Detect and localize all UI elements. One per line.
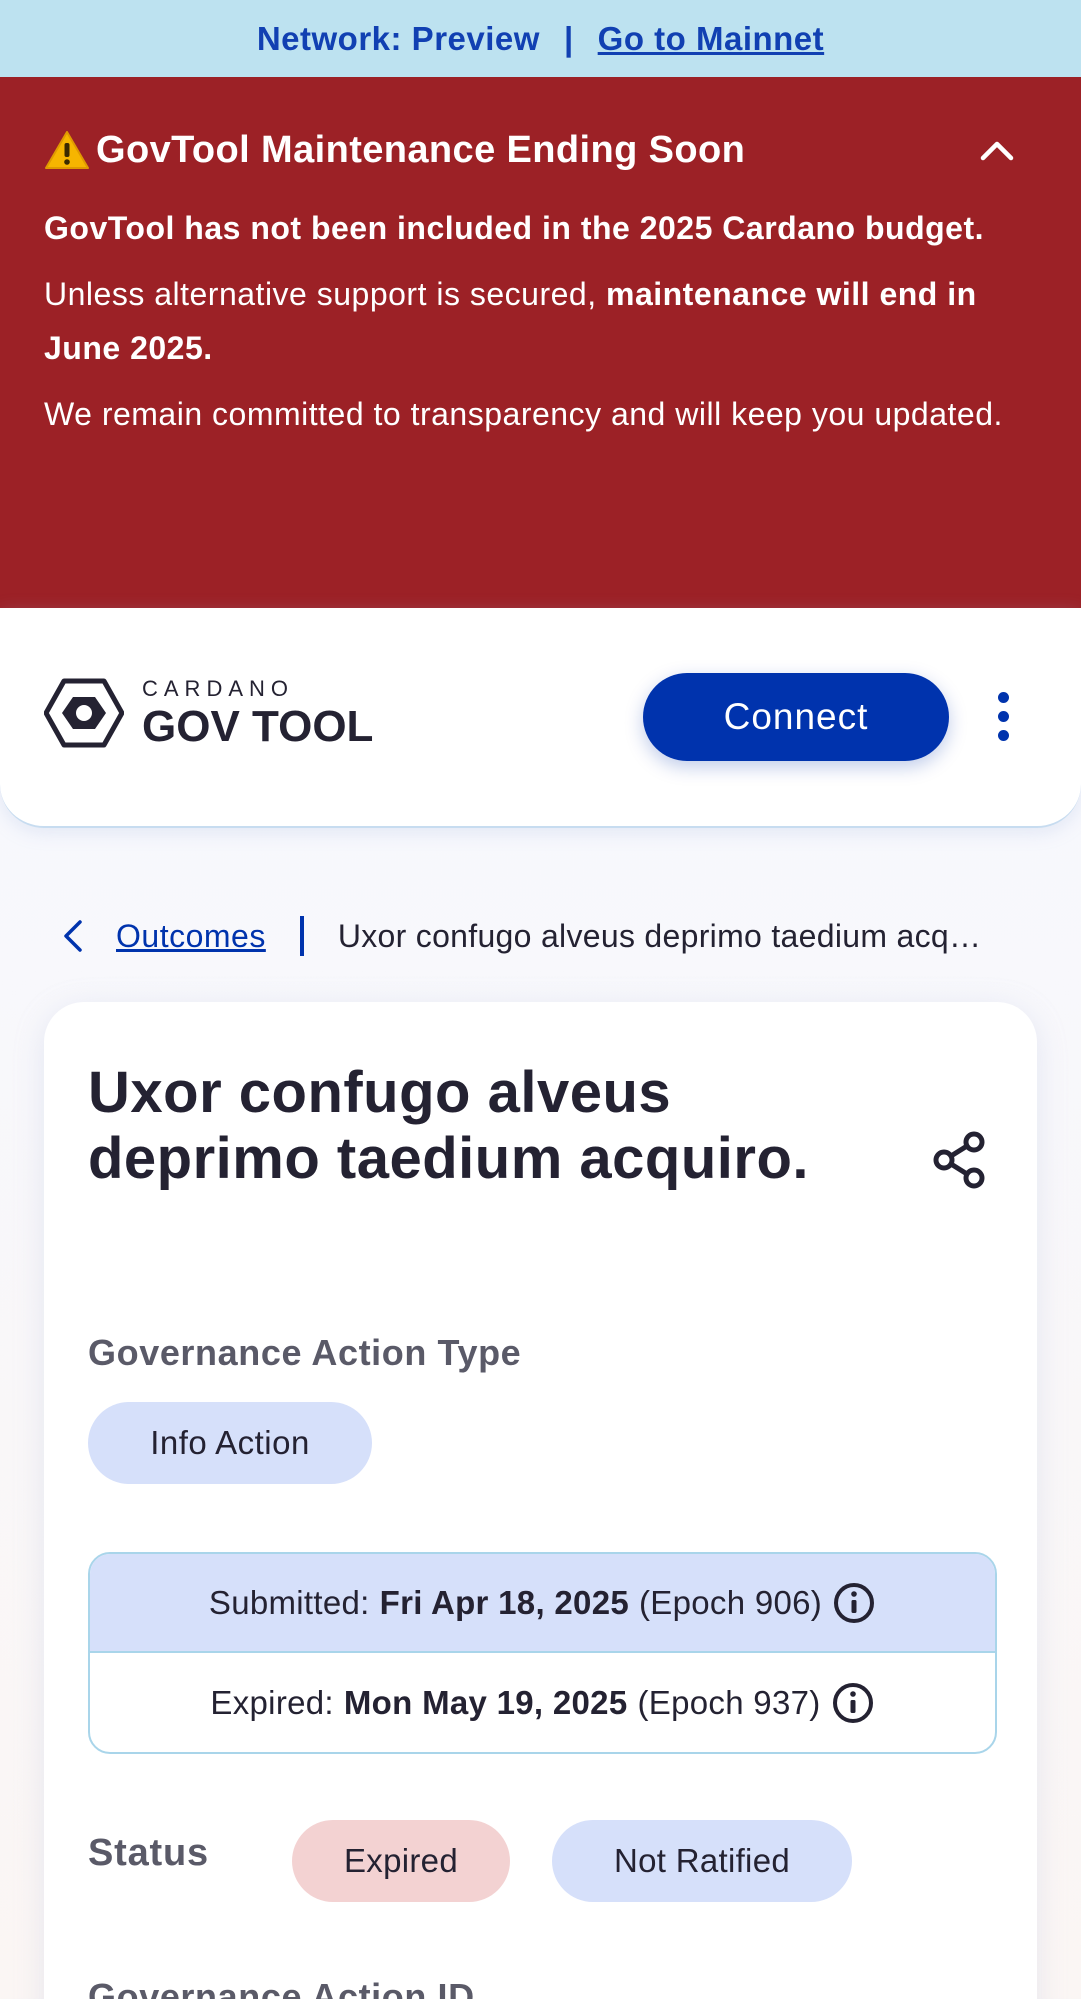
expired-epoch: (Epoch 937) bbox=[637, 1683, 821, 1721]
banner-title: GovTool Maintenance Ending Soon bbox=[44, 129, 745, 172]
cardano-hex-logo-icon bbox=[44, 678, 124, 748]
banner-budget-text: GovTool has not been included in the 202… bbox=[44, 210, 984, 246]
governance-action-title: Uxor confugo alveus deprimo taedium acqu… bbox=[88, 1060, 809, 1191]
network-separator: | bbox=[563, 19, 574, 57]
maintenance-banner: GovTool Maintenance Ending Soon GovTool … bbox=[0, 77, 1081, 608]
governance-action-type-label: Governance Action Type bbox=[88, 1332, 522, 1373]
share-icon[interactable] bbox=[930, 1130, 990, 1190]
expired-date: Mon May 19, 2025 bbox=[343, 1683, 628, 1721]
banner-maintenance-prefix: Unless alternative support is secured, bbox=[44, 276, 606, 312]
network-bar: Network: Preview | Go to Mainnet bbox=[0, 0, 1081, 77]
governance-action-type-badge: Info Action bbox=[88, 1402, 372, 1484]
info-icon[interactable] bbox=[832, 1581, 876, 1625]
logo-text: CARDANO GOV TOOL bbox=[142, 676, 373, 750]
governance-action-card: Uxor confugo alveus deprimo taedium acqu… bbox=[44, 1002, 1037, 1999]
submitted-date: Fri Apr 18, 2025 bbox=[379, 1583, 630, 1621]
breadcrumb-divider bbox=[299, 916, 304, 956]
kebab-menu-icon[interactable] bbox=[990, 692, 1016, 748]
banner-header: GovTool Maintenance Ending Soon bbox=[44, 121, 1037, 179]
breadcrumb: Outcomes Uxor confugo alveus deprimo tae… bbox=[58, 910, 1018, 962]
submitted-epoch: (Epoch 906) bbox=[639, 1583, 823, 1621]
breadcrumb-outcomes-link[interactable]: Outcomes bbox=[116, 918, 266, 955]
logo-govtool-text: GOV TOOL bbox=[142, 702, 374, 751]
banner-maintenance-text: Unless alternative support is secured, m… bbox=[44, 267, 1037, 375]
banner-title-text: GovTool Maintenance Ending Soon bbox=[96, 128, 746, 171]
logo-cardano-text: CARDANO bbox=[142, 676, 295, 701]
info-icon[interactable] bbox=[831, 1681, 875, 1725]
submitted-label: Submitted: bbox=[208, 1583, 370, 1621]
breadcrumb-current: Uxor confugo alveus deprimo taedium acqu… bbox=[337, 917, 984, 954]
chevron-left-icon[interactable] bbox=[58, 917, 88, 955]
expired-label: Expired: bbox=[210, 1683, 334, 1721]
go-to-mainnet-link[interactable]: Go to Mainnet bbox=[598, 20, 824, 58]
submitted-row: Submitted: Fri Apr 18, 2025 (Epoch 906) bbox=[90, 1554, 995, 1653]
status-badge-not-ratified: Not Ratified bbox=[552, 1820, 852, 1902]
chevron-up-icon[interactable] bbox=[977, 130, 1017, 170]
network-label: Network: Preview bbox=[256, 19, 540, 57]
status-label: Status bbox=[88, 1832, 209, 1874]
governance-action-id-label: Governance Action ID bbox=[88, 1976, 475, 1999]
connect-button[interactable]: Connect bbox=[643, 673, 949, 761]
dates-box: Submitted: Fri Apr 18, 2025 (Epoch 906) … bbox=[88, 1552, 997, 1754]
status-badge-expired: Expired bbox=[292, 1820, 510, 1902]
expired-row: Expired: Mon May 19, 2025 (Epoch 937) bbox=[90, 1653, 995, 1752]
app-header: CARDANO GOV TOOL Connect bbox=[0, 608, 1081, 828]
govtool-logo[interactable]: CARDANO GOV TOOL bbox=[44, 676, 373, 750]
warning-icon bbox=[45, 131, 89, 169]
banner-transparency-text: We remain committed to transparency and … bbox=[44, 396, 1003, 432]
